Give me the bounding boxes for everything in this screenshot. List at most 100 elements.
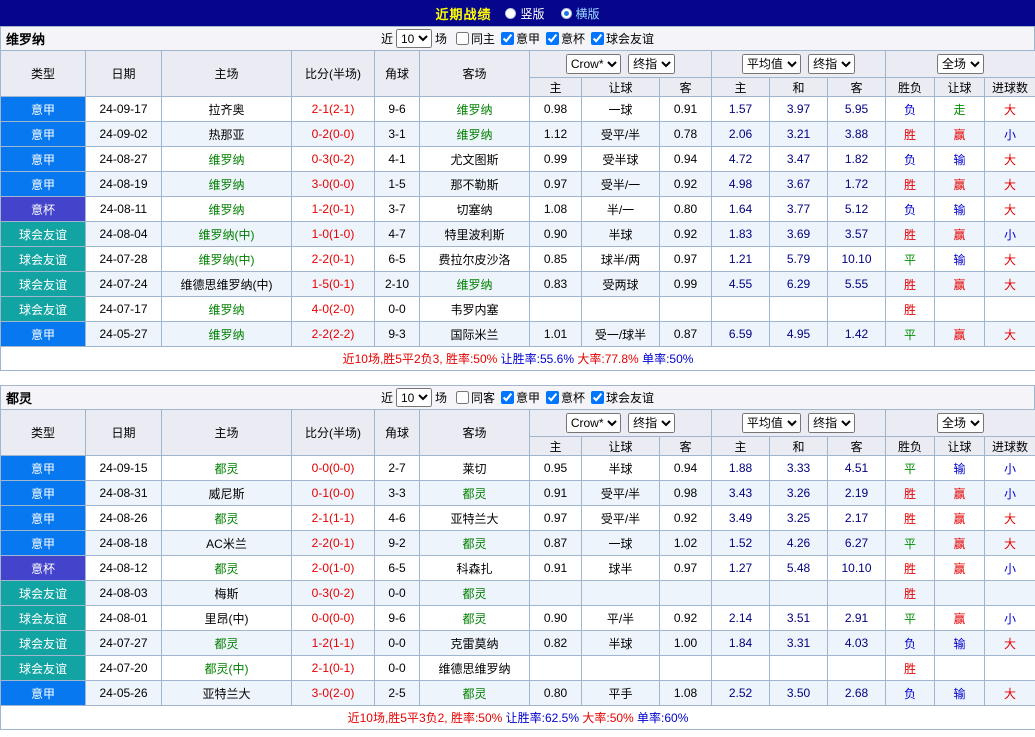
avg-away-cell: 1.42 <box>826 321 887 347</box>
league-cell: 球会友谊 <box>0 271 86 297</box>
odds-header: Crow* 终指 <box>529 50 712 78</box>
radio-icon[interactable] <box>560 7 572 19</box>
match-row: 意甲 24-08-18 AC米兰 2-2(0-1) 9-2 都灵 0.87 一球 1.02 1.5… <box>0 530 1035 556</box>
corner-cell: 1-5 <box>374 171 420 197</box>
away-team-cell: 克雷莫纳 <box>419 630 530 656</box>
avg-stage-select[interactable]: 终指 <box>808 54 856 74</box>
filter-checkbox[interactable] <box>501 390 514 404</box>
handicap-cell: 受半/一 <box>581 171 660 197</box>
avg-away-cell: 2.91 <box>826 605 887 631</box>
result-cell: 胜 <box>885 271 936 297</box>
home-odds-cell <box>529 580 582 606</box>
home-odds-cell: 0.85 <box>529 246 582 272</box>
home-team-cell: 维罗纳 <box>161 196 292 222</box>
away-team-cell: 都灵 <box>419 680 530 706</box>
filter-item[interactable]: 同主 <box>455 30 495 47</box>
avg-stage-select[interactable]: 终指 <box>808 413 856 433</box>
home-odds-cell: 0.83 <box>529 271 582 297</box>
result-cell: 胜 <box>885 171 936 197</box>
corner-cell: 6-5 <box>374 555 420 581</box>
col-home: 主场 <box>161 50 292 97</box>
radio-icon[interactable] <box>505 7 517 19</box>
date-cell: 24-09-17 <box>85 96 162 122</box>
goals-result-cell: 大 <box>984 246 1035 272</box>
away-odds-cell: 1.00 <box>659 630 712 656</box>
odds-source-select[interactable]: Crow* <box>565 413 621 433</box>
filter-checkbox[interactable] <box>546 390 560 404</box>
handicap-cell <box>581 655 660 681</box>
filter-item[interactable]: 意杯 <box>546 30 585 47</box>
corner-cell: 4-1 <box>374 146 420 172</box>
home-team-cell: 亚特兰大 <box>161 680 292 706</box>
away-odds-cell: 0.94 <box>659 455 712 481</box>
filter-item[interactable]: 意甲 <box>501 30 540 47</box>
home-odds-cell <box>529 655 582 681</box>
corner-cell: 4-7 <box>374 221 420 247</box>
result-cell: 胜 <box>885 121 936 147</box>
home-team-cell: 维罗纳(中) <box>161 246 292 272</box>
filter-item[interactable]: 球会友谊 <box>591 389 654 406</box>
col-type: 类型 <box>0 409 86 456</box>
match-row: 球会友谊 24-07-27 都灵 1-2(1-1) 0-0 克雷莫纳 0.82 半球 1.00 1… <box>0 630 1035 656</box>
filter-checkbox[interactable] <box>455 390 469 404</box>
result-cell: 平 <box>885 530 936 556</box>
away-odds-cell: 0.78 <box>659 121 712 147</box>
avg-source-select[interactable]: 平均值 <box>741 413 801 433</box>
away-odds-cell <box>659 296 712 322</box>
score-cell: 2-2(2-2) <box>291 321 375 347</box>
date-cell: 24-07-17 <box>85 296 162 322</box>
home-odds-cell: 0.91 <box>529 555 582 581</box>
league-cell: 意甲 <box>0 321 86 347</box>
date-cell: 24-05-26 <box>85 680 162 706</box>
avg-away-cell: 10.10 <box>826 246 887 272</box>
score-cell: 2-2(0-1) <box>291 246 375 272</box>
handicap-cell: 受一/球半 <box>581 321 660 347</box>
recent-results-page: 近期战绩 竖版 横版 维罗纳 近 10 场 同主 意甲 意杯 球会友谊 类型 日… <box>0 0 1035 730</box>
avg-home-cell: 3.49 <box>711 505 770 531</box>
asian-result-cell: 赢 <box>934 530 986 556</box>
avg-draw-cell: 5.48 <box>769 555 828 581</box>
radio-label: 竖版 <box>520 6 545 21</box>
avg-draw-cell: 3.21 <box>769 121 828 147</box>
scope-select[interactable]: 全场 <box>937 413 985 433</box>
avg-away-cell <box>826 296 887 322</box>
layout-radio[interactable]: 竖版 <box>505 5 545 22</box>
layout-radio[interactable]: 横版 <box>560 5 600 22</box>
home-odds-cell <box>529 296 582 322</box>
avg-source-select[interactable]: 平均值 <box>741 54 801 74</box>
odds-stage-select[interactable]: 终指 <box>628 413 676 433</box>
result-cell: 负 <box>885 196 936 222</box>
filter-checkbox[interactable] <box>591 31 605 45</box>
goals-result-cell: 大 <box>984 630 1035 656</box>
goals-result-cell: 大 <box>984 146 1035 172</box>
filter-item[interactable]: 意甲 <box>501 389 540 406</box>
avg-draw-cell <box>769 655 828 681</box>
matches-label: 场 <box>434 32 447 46</box>
home-team-cell: 维罗纳 <box>161 171 292 197</box>
filter-item[interactable]: 同客 <box>455 389 495 406</box>
match-row: 意甲 24-08-19 维罗纳 3-0(0-0) 1-5 那不勒斯 0.97 受半/一 0.92… <box>0 171 1035 197</box>
filter-item[interactable]: 意杯 <box>546 389 585 406</box>
filter-checkbox[interactable] <box>501 31 514 45</box>
match-count-select[interactable]: 10 <box>395 388 432 407</box>
home-team-cell: 维德思维罗纳(中) <box>161 271 292 297</box>
away-odds-cell: 1.08 <box>659 680 712 706</box>
odds-source-select[interactable]: Crow* <box>565 54 621 74</box>
away-team-cell: 维罗纳 <box>419 271 530 297</box>
filter-checkbox[interactable] <box>591 390 605 404</box>
odds-stage-select[interactable]: 终指 <box>628 54 676 74</box>
avg-draw-cell: 3.47 <box>769 146 828 172</box>
sub-handicap: 让球 <box>581 77 660 97</box>
filter-item[interactable]: 球会友谊 <box>591 30 654 47</box>
score-cell: 3-0(0-0) <box>291 171 375 197</box>
avg-draw-cell: 3.31 <box>769 630 828 656</box>
title-bar: 近期战绩 竖版 横版 <box>0 0 1035 26</box>
filter-checkbox[interactable] <box>546 31 560 45</box>
match-row: 意甲 24-08-26 都灵 2-1(1-1) 4-6 亚特兰大 0.97 受平/半 0.92 3… <box>0 505 1035 531</box>
scope-select[interactable]: 全场 <box>937 54 985 74</box>
filter-checkbox[interactable] <box>455 31 469 45</box>
avg-away-cell: 10.10 <box>826 555 887 581</box>
score-cell: 1-5(0-1) <box>291 271 375 297</box>
match-count-select[interactable]: 10 <box>395 29 432 48</box>
avg-header: 平均值 终指 <box>710 409 887 437</box>
